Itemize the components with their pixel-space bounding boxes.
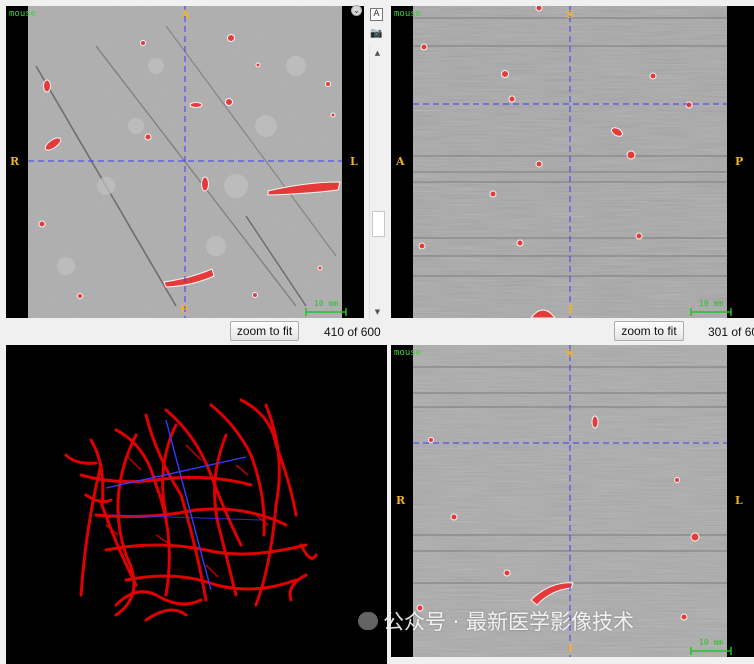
axial-slice-scrollbar[interactable]: ▲ ▼ (369, 46, 385, 319)
watermark: 公众号 · 最新医学影像技术 (383, 610, 635, 634)
menu-arrow-glyph: ⌄ (353, 6, 360, 15)
coronal-orientation-top: S (566, 347, 574, 360)
coronal-mouse-label: mouse (394, 348, 422, 358)
sagittal-mouse-label: mouse (394, 9, 422, 19)
scroll-up-button[interactable]: ▲ (370, 46, 385, 60)
coronal-orientation-left: R (396, 494, 406, 507)
axial-zoom-to-fit-button[interactable]: zoom to fit (230, 321, 299, 341)
camera-glyph: 📷 (370, 28, 383, 39)
scroll-thumb[interactable] (372, 211, 385, 237)
chevron-down-icon[interactable]: ⌄ (351, 5, 362, 16)
text-tool-icon[interactable]: A (370, 8, 383, 21)
sagittal-orientation-top: S (566, 8, 574, 21)
sagittal-scale-label: 10 mm (699, 299, 724, 308)
coronal-orientation-bottom: I (568, 642, 574, 655)
axial-orientation-bottom: P (180, 303, 189, 316)
axial-slice-counter: 410 of 600 (324, 325, 381, 339)
scroll-up-glyph: ▲ (374, 49, 381, 57)
scroll-down-button[interactable]: ▼ (370, 305, 385, 319)
watermark-logo (358, 612, 378, 630)
axial-slice-image (28, 6, 347, 318)
sagittal-slice-counter: 301 of 60 (708, 325, 754, 339)
vessel-3d-render (64, 398, 318, 622)
camera-icon[interactable]: 📷 (370, 28, 383, 41)
coronal-orientation-right: L (735, 494, 743, 507)
axial-orientation-left: R (10, 155, 20, 168)
sagittal-orientation-left: A (396, 155, 405, 168)
sagittal-view[interactable]: mouse S I A P 10 mm (391, 6, 754, 318)
sagittal-zoom-to-fit-button[interactable]: zoom to fit (614, 321, 684, 341)
axial-scale-label: 10 mm (314, 299, 339, 308)
axial-mouse-label: mouse (9, 9, 37, 19)
sagittal-slice-image (413, 6, 732, 318)
axial-orientation-top: A (181, 8, 190, 21)
axial-view[interactable]: mouse A P R L 10 mm (6, 6, 364, 318)
sagittal-orientation-bottom: I (568, 303, 574, 316)
sagittal-orientation-right: P (735, 155, 744, 168)
axial-orientation-right: L (350, 155, 358, 168)
scroll-down-glyph: ▼ (374, 308, 381, 316)
render3d-view[interactable] (6, 345, 387, 664)
text-tool-glyph: A (373, 9, 380, 19)
coronal-scale-label: 10 mm (699, 638, 724, 647)
